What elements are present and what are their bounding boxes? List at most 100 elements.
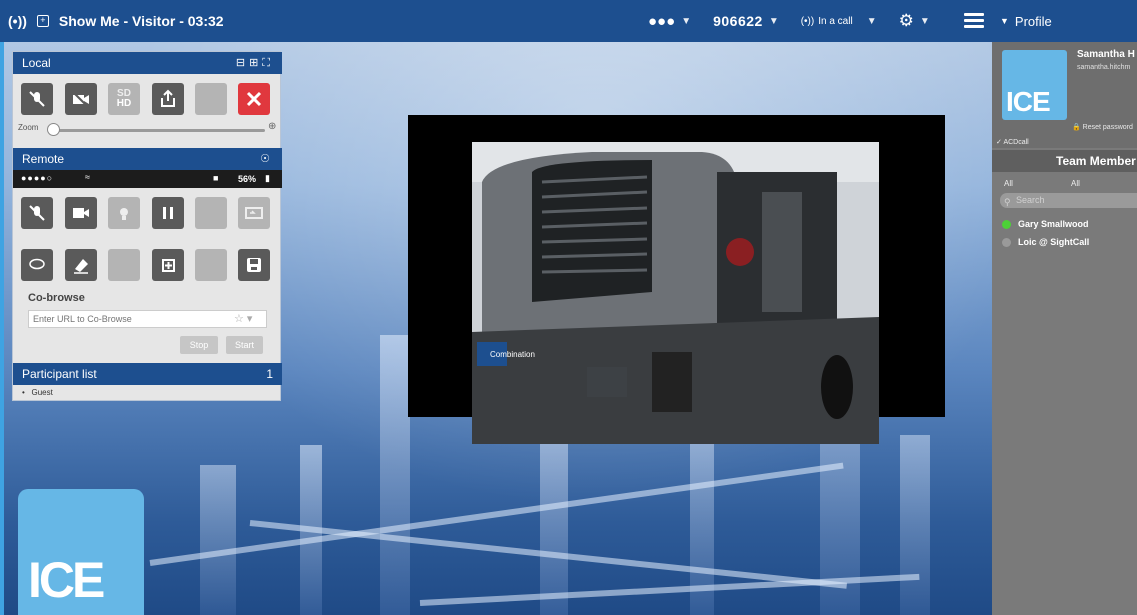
chevron-down-icon: ▼ — [1000, 16, 1009, 26]
left-edge-strip — [0, 42, 4, 615]
profile-email: samantha.hitchm — [1077, 64, 1131, 71]
machine-illustration: Combination — [472, 142, 879, 444]
zoom-label: Zoom — [18, 123, 39, 132]
chevron-down-icon: ▼ — [681, 15, 692, 27]
session-title: Show Me - Visitor - 03:32 — [58, 13, 224, 29]
camera-off-button[interactable] — [65, 83, 97, 115]
stop-button[interactable]: Stop — [180, 336, 218, 354]
machine-badge: Combination — [490, 350, 535, 359]
participant-item: • Guest — [22, 388, 53, 397]
save-icon — [247, 258, 261, 272]
battery-icon: ▮ — [265, 173, 270, 183]
empty-slot-button — [195, 83, 227, 115]
swap-icon — [245, 207, 263, 219]
window-controls[interactable]: ⊟⊞⛶ — [236, 52, 274, 74]
call-status-menu[interactable]: (•)) In a call ▼ — [801, 16, 877, 27]
participants-menu[interactable]: ●●● ▼ — [648, 13, 691, 30]
member-item[interactable]: Gary Smallwood — [1002, 219, 1089, 229]
search-icon: ⚲ — [1004, 197, 1011, 207]
battery-percent: 56% — [238, 174, 257, 184]
eraser-button[interactable] — [65, 249, 97, 281]
call-code-menu[interactable]: 906622 ▼ — [713, 13, 779, 29]
switch-camera-button[interactable] — [238, 197, 270, 229]
team-member-header: Team Member — [992, 150, 1137, 172]
hamburger-menu-icon[interactable] — [964, 13, 984, 29]
settings-menu[interactable]: ⚙ ▼ — [899, 11, 930, 31]
call-status: In a call — [818, 15, 853, 27]
close-icon — [246, 91, 262, 107]
zoom-in-icon[interactable]: ⊕ — [268, 121, 276, 132]
member-item[interactable]: Loic @ SightCall — [1002, 237, 1089, 247]
call-signal-icon: (•)) — [800, 15, 815, 27]
remote-camera-button[interactable] — [65, 197, 97, 229]
pause-icon — [163, 207, 173, 219]
share-button[interactable] — [152, 83, 184, 115]
video-camera-icon — [73, 208, 89, 218]
camera-off-icon — [72, 91, 89, 108]
eraser-icon — [74, 259, 88, 274]
mic-off-icon — [29, 91, 45, 107]
participant-count: 1 — [266, 367, 273, 381]
call-code: 906622 — [713, 13, 763, 29]
video-frame-image: Combination — [472, 142, 879, 444]
filter-all-1[interactable]: All — [1004, 179, 1013, 188]
cobrowse-label: Co-browse — [28, 292, 85, 304]
share-icon — [161, 89, 175, 107]
save-button[interactable] — [238, 249, 270, 281]
filter-all-2[interactable]: All — [1071, 179, 1080, 188]
gear-icon: ⚙ — [898, 11, 914, 30]
chevron-down-icon: ▼ — [866, 15, 877, 27]
empty-slot-button — [108, 249, 140, 281]
profile-header[interactable]: ▼ Profile — [992, 0, 1137, 42]
wifi-icon: ≈ — [85, 172, 90, 182]
add-image-icon — [162, 259, 175, 272]
ice-logo-large: ICE — [18, 489, 144, 615]
android-icon: ■ — [213, 173, 219, 183]
ice-logo: ICE — [1002, 50, 1067, 120]
pause-button[interactable] — [152, 197, 184, 229]
hang-up-button[interactable] — [238, 83, 270, 115]
window-icon[interactable]: + — [36, 15, 49, 27]
light-icon — [120, 208, 128, 220]
remote-header-label: Remote — [22, 152, 65, 166]
participant-list-label: Participant list — [22, 367, 97, 381]
lock-icon: 🔒 — [1072, 124, 1081, 131]
top-bar: (•)) + Show Me - Visitor - 03:32 ●●● ▼ 9… — [0, 0, 1137, 42]
flashlight-button[interactable] — [108, 197, 140, 229]
star-icon[interactable]: ☆ ▾ — [234, 312, 252, 325]
mic-off-icon — [29, 205, 45, 221]
lasso-icon — [29, 258, 45, 270]
participant-list-header: Participant list 1 — [13, 363, 282, 385]
signal-logo-icon: (•)) — [8, 13, 27, 29]
remote-mute-button[interactable] — [21, 197, 53, 229]
mute-mic-button[interactable] — [21, 83, 53, 115]
zoom-slider[interactable] — [53, 129, 265, 132]
team-search-input[interactable]: ⚲ Search — [1000, 193, 1137, 208]
acd-status: ✓ ACDcall — [996, 139, 1029, 146]
control-panel: Local ⊟⊞⛶ SD HD Zoom ⊕ Remote ☉ ●●●●○ ≈ … — [12, 51, 282, 401]
empty-slot-button — [195, 249, 227, 281]
profile-panel: ▼ Profile ICE Samantha H samantha.hitchm… — [992, 0, 1137, 615]
zoom-slider-handle[interactable] — [47, 123, 60, 136]
profile-name: Samantha H — [1077, 49, 1135, 60]
sd-hd-toggle[interactable]: SD HD — [108, 83, 140, 115]
chevron-down-icon: ▼ — [919, 15, 930, 27]
offline-status-dot — [1002, 237, 1011, 247]
remote-status-bar: ●●●●○ ≈ ■ 56% ▮ — [13, 170, 282, 188]
local-header-label: Local — [22, 56, 51, 70]
people-group-icon: ●●● — [648, 12, 676, 30]
team-filters: All All — [992, 174, 1137, 192]
profile-card: ICE Samantha H samantha.hitchm 🔒 Reset p… — [992, 42, 1137, 148]
empty-slot-button — [195, 197, 227, 229]
online-status-dot — [1002, 219, 1011, 229]
profile-header-label: Profile — [1014, 13, 1052, 29]
lasso-button[interactable] — [21, 249, 53, 281]
local-header: Local ⊟⊞⛶ — [13, 52, 282, 74]
reset-password-link[interactable]: 🔒 Reset password — [1072, 123, 1133, 131]
target-icon[interactable]: ☉ — [260, 148, 274, 170]
chevron-down-icon: ▼ — [768, 15, 779, 27]
add-snapshot-button[interactable] — [152, 249, 184, 281]
signal-strength-icon: ●●●●○ — [21, 173, 54, 183]
start-button[interactable]: Start — [226, 336, 263, 354]
cobrowse-url-input[interactable] — [28, 310, 267, 328]
